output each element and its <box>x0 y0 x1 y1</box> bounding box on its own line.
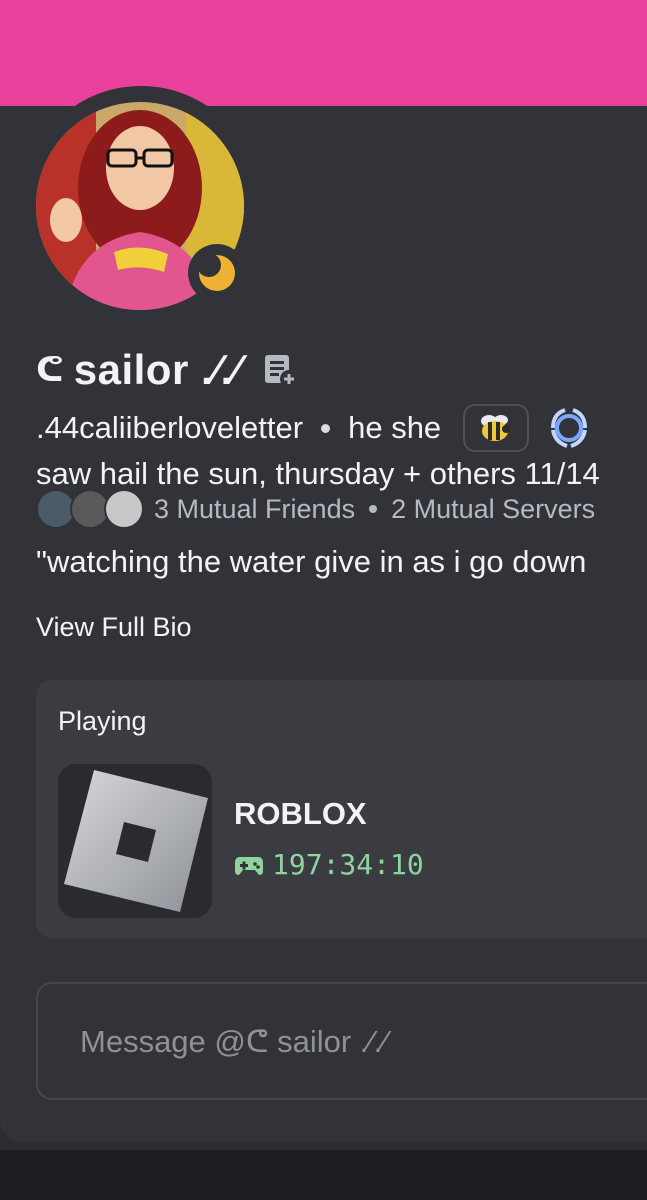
bee-badge[interactable] <box>463 404 530 452</box>
mutuals-row[interactable]: 3 Mutual Friends 2 Mutual Servers <box>36 486 595 532</box>
username-row: .44caliiberloveletter he she <box>36 404 591 452</box>
activity-header: Playing <box>58 706 147 736</box>
laurel-badge-icon[interactable] <box>547 406 591 450</box>
separator-dot <box>369 505 378 513</box>
elapsed-row: 197:34:10 <box>234 848 424 881</box>
separator-dot <box>321 423 331 433</box>
game-name: ROBLOX <box>234 796 367 831</box>
display-name: sailor .⁄.⁄ <box>73 346 241 393</box>
gamepad-icon <box>235 856 263 875</box>
bottom-strip <box>0 1150 647 1200</box>
profile-banner <box>0 0 647 106</box>
add-note-icon[interactable] <box>262 352 299 388</box>
bio-line-1: saw hail the sun, thursday + others 11/1… <box>36 456 600 491</box>
display-name-row: ᕦ sailor .⁄.⁄ <box>36 344 299 396</box>
mutual-friends[interactable]: 3 Mutual Friends <box>154 494 355 525</box>
roblox-logo-icon <box>64 770 208 912</box>
mutual-avatar <box>104 489 144 529</box>
profile-card: ᕦ sailor .⁄.⁄ .44caliiberloveletter he s… <box>0 86 647 1142</box>
profile-page: ᕦ sailor .⁄.⁄ .44caliiberloveletter he s… <box>0 0 647 1200</box>
view-full-bio-link[interactable]: View Full Bio <box>36 612 192 643</box>
roblox-icon <box>58 764 212 918</box>
display-name-symbol: ᕦ <box>36 350 64 390</box>
message-input[interactable]: Message @ᕦ sailor .⁄.⁄ <box>36 982 647 1100</box>
message-placeholder: Message @ᕦ sailor .⁄.⁄ <box>80 1024 388 1059</box>
mutual-avatars <box>36 489 148 529</box>
bee-badge-icon <box>481 415 511 441</box>
bio-line-2: "watching the water give in as i go down <box>36 544 587 579</box>
username: .44caliiberloveletter <box>36 410 304 445</box>
elapsed-time: 197:34:10 <box>272 848 424 881</box>
mutual-servers[interactable]: 2 Mutual Servers <box>391 494 595 525</box>
activity-card: Playing ROBLOX 197:34:10 <box>36 680 647 938</box>
moon-icon <box>197 253 235 291</box>
pronouns: he she <box>348 410 442 445</box>
